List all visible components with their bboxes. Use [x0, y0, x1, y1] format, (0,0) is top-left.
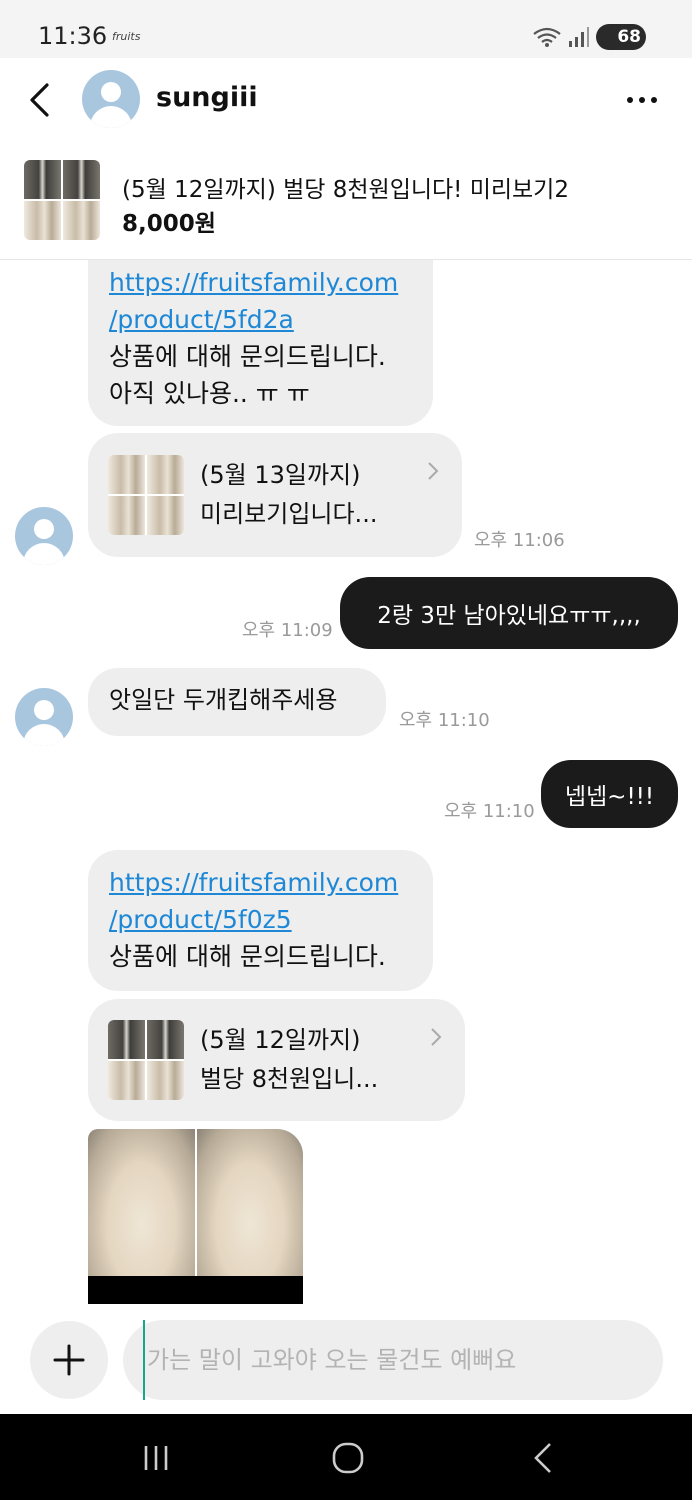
chevron-right-icon	[431, 1028, 442, 1046]
recents-button[interactable]	[138, 1440, 174, 1476]
incoming-message[interactable]: https://fruitsfamily.com /product/5f0z5 …	[88, 850, 433, 991]
message-text: 아직 있나용.. ㅠ ㅠ	[109, 379, 310, 408]
product-link[interactable]: /product/5fd2a	[109, 301, 433, 338]
home-icon	[332, 1442, 364, 1474]
message-timestamp: 오후 11:09	[242, 620, 333, 641]
outgoing-message[interactable]: 2랑 3만 남아있네요ㅠㅠ,,,,	[340, 577, 678, 649]
more-dots-icon	[639, 97, 645, 103]
attach-button[interactable]	[30, 1321, 108, 1399]
incoming-message[interactable]: 앗일단 두개킵해주세용	[88, 668, 386, 736]
battery-level: 68	[617, 27, 641, 47]
status-app-icon: fruits	[112, 30, 141, 43]
system-nav-bar	[0, 1414, 692, 1500]
back-icon	[534, 1443, 551, 1473]
sender-avatar[interactable]	[15, 507, 73, 565]
more-options-button[interactable]	[622, 86, 662, 114]
more-dots-icon	[627, 97, 633, 103]
battery-indicator: 68	[596, 24, 646, 50]
product-banner[interactable]: (5월 12일까지) 벌당 8천원입니다! 미리보기2 8,000원	[0, 142, 692, 260]
message-text: 2랑 3만 남아있네요ㅠㅠ,,,,	[377, 603, 641, 629]
back-nav-button[interactable]	[528, 1440, 558, 1476]
message-composer	[0, 1318, 692, 1414]
sender-avatar[interactable]	[15, 688, 73, 746]
product-card[interactable]: (5월 13일까지) 미리보기입니다...	[88, 433, 462, 557]
message-input[interactable]	[143, 1320, 643, 1400]
photo-caption-bar	[88, 1276, 303, 1304]
chat-header: sungiii	[0, 58, 692, 142]
message-list[interactable]: https://fruitsfamily.com /product/5fd2a …	[0, 260, 692, 1318]
avatar-head	[101, 82, 121, 102]
home-button[interactable]	[330, 1440, 366, 1476]
product-link[interactable]: https://fruitsfamily.com	[109, 264, 433, 301]
status-indicators: 68	[532, 24, 646, 50]
product-card-title: (5월 13일까지)	[200, 461, 361, 489]
status-time: 11:36	[38, 22, 108, 50]
product-price: 8,000원	[122, 211, 216, 237]
outgoing-message[interactable]: 넵넵~!!!	[541, 760, 678, 828]
message-text: 상품에 대해 문의드립니다.	[109, 342, 386, 371]
back-button[interactable]	[22, 80, 56, 120]
avatar[interactable]	[82, 70, 140, 128]
product-link[interactable]: https://fruitsfamily.com	[109, 864, 433, 901]
chevron-right-icon	[428, 462, 439, 480]
incoming-message[interactable]: https://fruitsfamily.com /product/5fd2a …	[88, 260, 433, 426]
message-input-container[interactable]	[123, 1320, 663, 1400]
message-timestamp: 오후 11:10	[399, 710, 490, 731]
chat-username[interactable]: sungiii	[156, 82, 258, 113]
product-card-title: (5월 12일까지)	[200, 1026, 361, 1054]
message-timestamp: 오후 11:10	[444, 801, 535, 822]
product-title: (5월 12일까지) 벌당 8천원입니다! 미리보기2	[122, 177, 569, 203]
chevron-left-icon	[30, 83, 49, 117]
product-card-thumbnail	[108, 455, 184, 535]
message-timestamp: 오후 11:06	[474, 530, 565, 551]
message-text: 상품에 대해 문의드립니다.	[109, 942, 386, 971]
product-card-thumbnail	[108, 1020, 184, 1100]
product-thumbnail	[24, 160, 100, 240]
product-card-subtitle: 벌당 8천원입니...	[200, 1065, 379, 1093]
more-dots-icon	[651, 97, 657, 103]
message-text: 넵넵~!!!	[564, 784, 655, 810]
recents-icon	[144, 1446, 168, 1470]
signal-icon	[569, 27, 589, 47]
product-link[interactable]: /product/5f0z5	[109, 901, 433, 938]
avatar-body	[90, 106, 132, 128]
wifi-icon	[533, 27, 561, 47]
message-text: 앗일단 두개킵해주세용	[109, 686, 338, 714]
plus-icon	[53, 1344, 85, 1376]
product-card-subtitle: 미리보기입니다...	[200, 500, 378, 528]
product-card[interactable]: (5월 12일까지) 벌당 8천원입니...	[88, 999, 465, 1121]
status-bar: 11:36 fruits 68	[0, 0, 692, 58]
